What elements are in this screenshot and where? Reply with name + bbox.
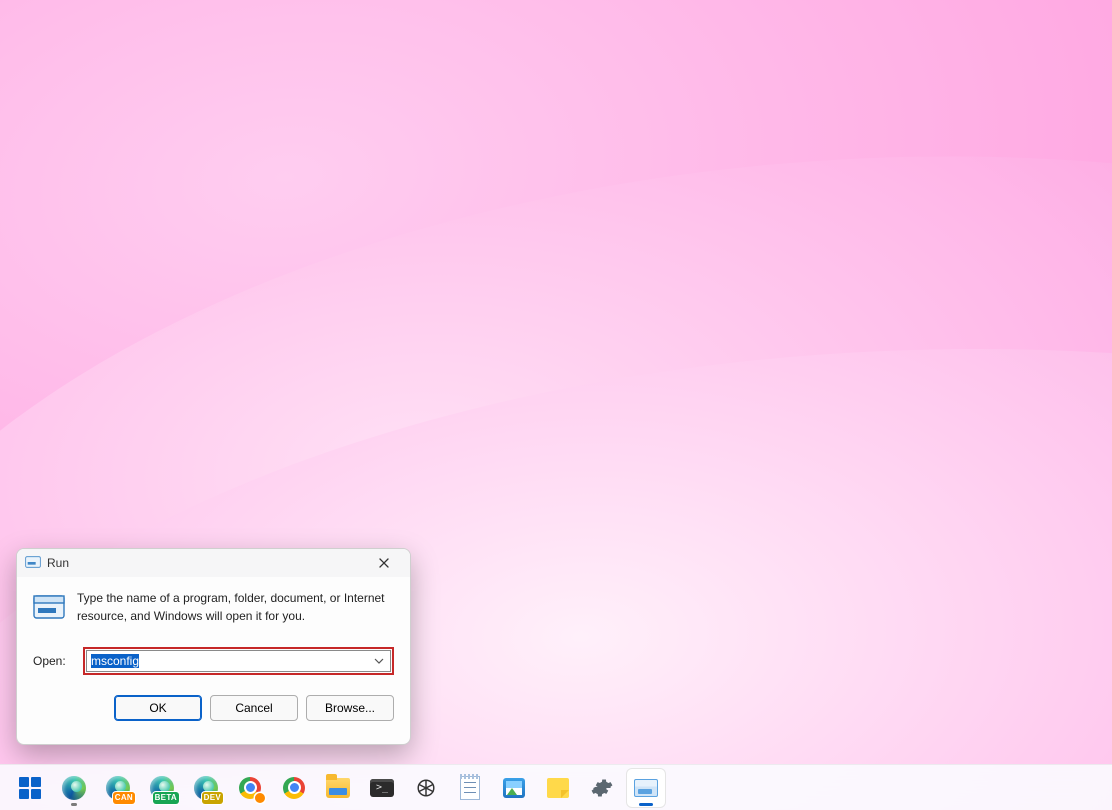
taskbar-item-edge-canary[interactable]: CAN — [98, 768, 138, 808]
taskbar-item-run[interactable] — [626, 768, 666, 808]
taskbar-item-sticky-notes[interactable] — [538, 768, 578, 808]
settings-icon — [589, 775, 615, 801]
notepad-icon — [457, 775, 483, 801]
taskbar-item-start[interactable] — [10, 768, 50, 808]
taskbar-item-edge-dev[interactable]: DEV — [186, 768, 226, 808]
run-dialog: Run Type the name of a program, folder, … — [16, 548, 411, 745]
edge-icon: DEV — [193, 775, 219, 801]
taskbar-item-edge[interactable] — [54, 768, 94, 808]
edge-icon — [61, 775, 87, 801]
taskbar: CAN BETA DEV >_ — [0, 764, 1112, 810]
taskbar-item-photos[interactable] — [494, 768, 534, 808]
run-app-icon — [33, 595, 65, 619]
taskbar-item-terminal[interactable]: >_ — [362, 768, 402, 808]
chevron-down-icon[interactable] — [370, 651, 388, 671]
browse-button[interactable]: Browse... — [306, 695, 394, 721]
start-icon — [17, 775, 43, 801]
ok-button-label: OK — [149, 701, 166, 715]
taskbar-item-chrome-canary[interactable] — [230, 768, 270, 808]
browse-button-label: Browse... — [325, 701, 375, 715]
chrome-icon — [281, 775, 307, 801]
sticky-notes-icon — [545, 775, 571, 801]
taskbar-item-chatgpt[interactable] — [406, 768, 446, 808]
taskbar-item-file-explorer[interactable] — [318, 768, 358, 808]
taskbar-item-notepad[interactable] — [450, 768, 490, 808]
run-title-text: Run — [47, 556, 69, 570]
chrome-icon — [237, 775, 263, 801]
run-description: Type the name of a program, folder, docu… — [77, 589, 394, 625]
edge-icon: BETA — [149, 775, 175, 801]
taskbar-item-edge-beta[interactable]: BETA — [142, 768, 182, 808]
open-combobox[interactable] — [86, 650, 391, 672]
taskbar-item-chrome[interactable] — [274, 768, 314, 808]
terminal-icon: >_ — [369, 775, 395, 801]
ok-button[interactable]: OK — [114, 695, 202, 721]
file-explorer-icon — [325, 775, 351, 801]
photos-icon — [501, 775, 527, 801]
open-label: Open: — [33, 654, 73, 668]
cancel-button[interactable]: Cancel — [210, 695, 298, 721]
cancel-button-label: Cancel — [235, 701, 272, 715]
taskbar-item-settings[interactable] — [582, 768, 622, 808]
open-input[interactable] — [87, 651, 390, 671]
run-title-icon — [25, 556, 41, 570]
run-titlebar[interactable]: Run — [17, 549, 410, 577]
close-button[interactable] — [362, 549, 406, 577]
open-field-highlight — [83, 647, 394, 675]
close-icon — [379, 558, 389, 568]
chatgpt-icon — [413, 775, 439, 801]
run-icon — [633, 775, 659, 801]
edge-icon: CAN — [105, 775, 131, 801]
